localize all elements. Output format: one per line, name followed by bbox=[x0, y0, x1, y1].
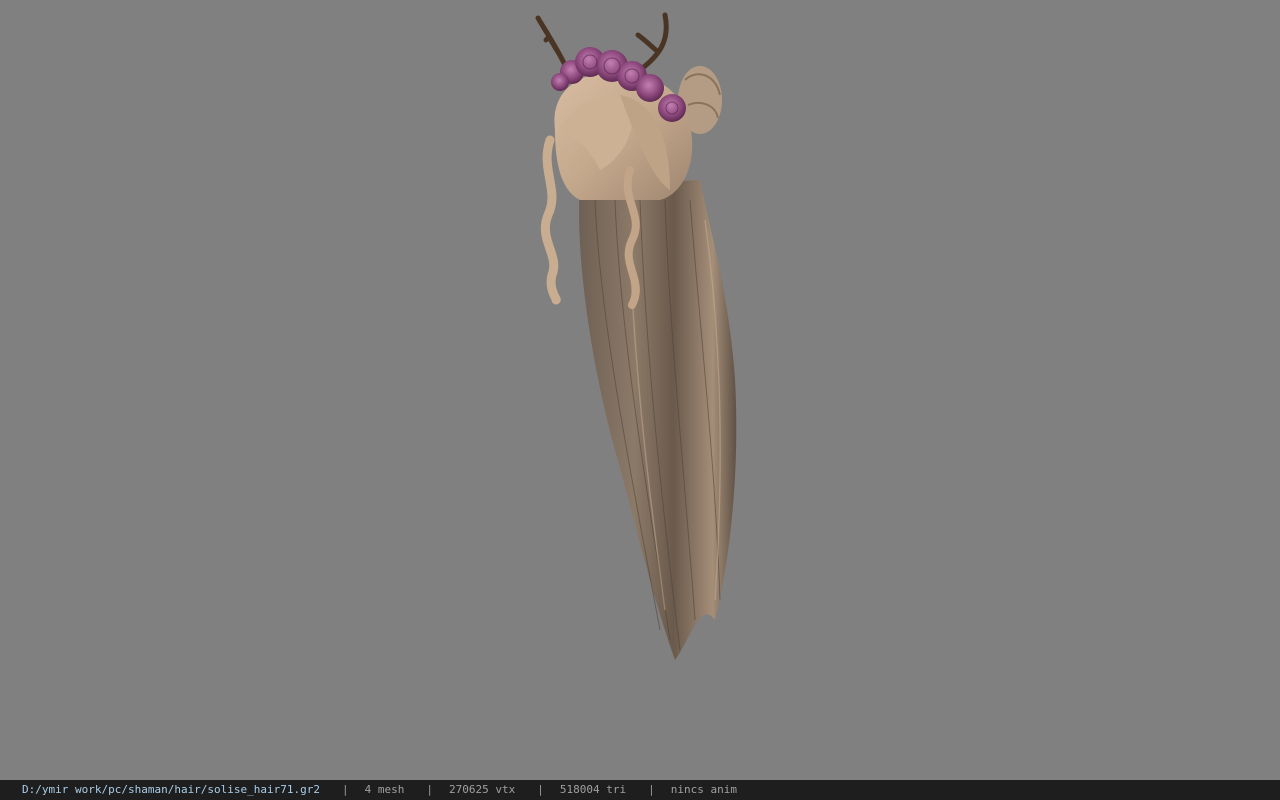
file-path-label: D:/ymir work/pc/shaman/hair/solise_hair7… bbox=[22, 783, 321, 796]
status-separator: | bbox=[648, 783, 655, 796]
status-bar: D:/ymir work/pc/shaman/hair/solise_hair7… bbox=[0, 780, 1280, 800]
mesh-count-label: 4 mesh bbox=[364, 783, 405, 796]
status-separator: | bbox=[426, 783, 434, 796]
status-separator: | bbox=[342, 783, 349, 796]
anim-status-label: nincs anim bbox=[670, 783, 737, 796]
hair-model-icon bbox=[535, 12, 737, 660]
status-separator: | bbox=[537, 783, 544, 796]
3d-viewport[interactable] bbox=[0, 0, 1280, 780]
vertex-count-label: 270625 vtx bbox=[449, 783, 516, 796]
triangle-count-label: 518004 tri bbox=[559, 783, 627, 796]
